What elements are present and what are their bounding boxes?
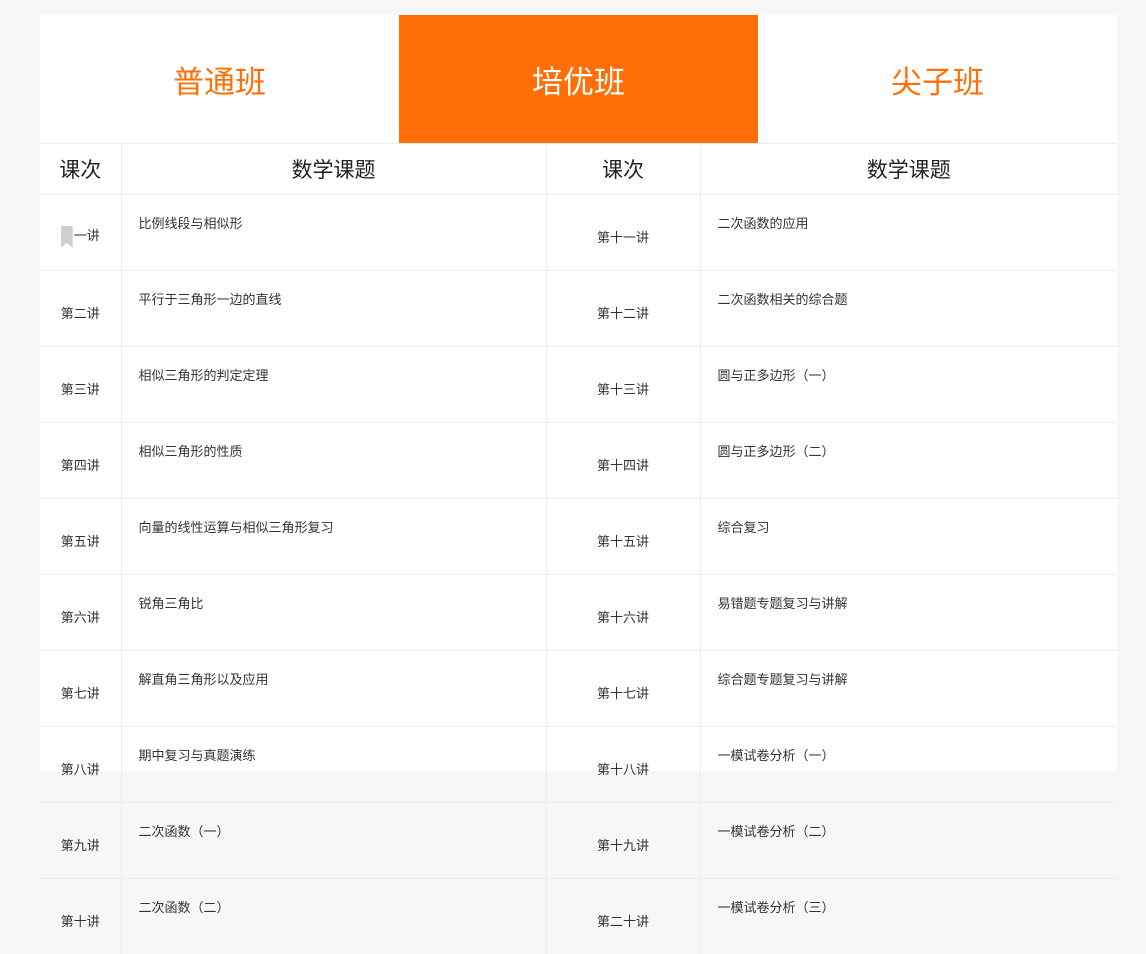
- lesson-cell: 第六讲: [40, 575, 121, 651]
- lesson-cell: 第十四讲: [546, 423, 700, 499]
- lesson-cell: 第二十讲: [546, 879, 700, 954]
- lesson-cell: 第十六讲: [546, 575, 700, 651]
- topic-cell: 易错题专题复习与讲解: [700, 575, 1117, 651]
- bookmark-icon[interactable]: [61, 226, 73, 248]
- topic-cell: 一模试卷分析（三）: [700, 879, 1117, 954]
- table-row: 第六讲 锐角三角比 第十六讲 易错题专题复习与讲解: [40, 575, 1117, 651]
- lesson-cell: 第十三讲: [546, 347, 700, 423]
- topic-cell: 平行于三角形一边的直线: [121, 271, 546, 347]
- topic-cell: 比例线段与相似形: [121, 195, 546, 271]
- table-row: 第七讲 解直角三角形以及应用 第十七讲 综合题专题复习与讲解: [40, 651, 1117, 727]
- lesson-cell: 第十八讲: [546, 727, 700, 803]
- topic-cell: 期中复习与真题演练: [121, 727, 546, 803]
- lesson-cell: 第三讲: [40, 347, 121, 423]
- course-panel: 普通班 培优班 尖子班 课次 数学课题 课次 数学课题 一讲 比例线段与相似形 …: [40, 15, 1117, 771]
- topic-cell: 一模试卷分析（一）: [700, 727, 1117, 803]
- lesson-cell: 一讲: [40, 195, 121, 271]
- lesson-cell: 第四讲: [40, 423, 121, 499]
- lesson-cell: 第七讲: [40, 651, 121, 727]
- topic-cell: 二次函数（二）: [121, 879, 546, 954]
- table-row: 第八讲 期中复习与真题演练 第十八讲 一模试卷分析（一）: [40, 727, 1117, 803]
- topic-cell: 解直角三角形以及应用: [121, 651, 546, 727]
- tab-top-class[interactable]: 尖子班: [758, 15, 1117, 143]
- lesson-cell: 第十一讲: [546, 195, 700, 271]
- lesson-cell: 第十七讲: [546, 651, 700, 727]
- lesson-cell: 第十二讲: [546, 271, 700, 347]
- table-row: 第二讲 平行于三角形一边的直线 第十二讲 二次函数相关的综合题: [40, 271, 1117, 347]
- header-topic: 数学课题: [700, 144, 1117, 195]
- tab-advanced-class[interactable]: 培优班: [399, 15, 758, 143]
- topic-cell: 综合题专题复习与讲解: [700, 651, 1117, 727]
- topic-cell: 一模试卷分析（二）: [700, 803, 1117, 879]
- topic-cell: 二次函数（一）: [121, 803, 546, 879]
- lesson-cell: 第八讲: [40, 727, 121, 803]
- tab-regular-class[interactable]: 普通班: [40, 15, 399, 143]
- table-row: 第十讲 二次函数（二） 第二十讲 一模试卷分析（三）: [40, 879, 1117, 954]
- topic-cell: 相似三角形的判定定理: [121, 347, 546, 423]
- table-row: 第五讲 向量的线性运算与相似三角形复习 第十五讲 综合复习: [40, 499, 1117, 575]
- lesson-label: 一讲: [74, 229, 100, 244]
- header-lesson: 课次: [40, 144, 121, 195]
- lesson-cell: 第二讲: [40, 271, 121, 347]
- topic-cell: 二次函数相关的综合题: [700, 271, 1117, 347]
- topic-cell: 二次函数的应用: [700, 195, 1117, 271]
- header-topic: 数学课题: [121, 144, 546, 195]
- lesson-cell: 第九讲: [40, 803, 121, 879]
- lesson-cell: 第十讲: [40, 879, 121, 954]
- topic-cell: 向量的线性运算与相似三角形复习: [121, 499, 546, 575]
- lesson-cell: 第五讲: [40, 499, 121, 575]
- table-row: 第四讲 相似三角形的性质 第十四讲 圆与正多边形（二）: [40, 423, 1117, 499]
- topic-cell: 圆与正多边形（二）: [700, 423, 1117, 499]
- header-lesson: 课次: [546, 144, 700, 195]
- table-row: 一讲 比例线段与相似形 第十一讲 二次函数的应用: [40, 195, 1117, 271]
- lesson-cell: 第十九讲: [546, 803, 700, 879]
- lesson-cell: 第十五讲: [546, 499, 700, 575]
- table-row: 第九讲 二次函数（一） 第十九讲 一模试卷分析（二）: [40, 803, 1117, 879]
- class-tabs: 普通班 培优班 尖子班: [40, 15, 1117, 143]
- topic-cell: 锐角三角比: [121, 575, 546, 651]
- syllabus-table: 课次 数学课题 课次 数学课题 一讲 比例线段与相似形 第十一讲 二次函数的应用…: [40, 143, 1117, 954]
- topic-cell: 圆与正多边形（一）: [700, 347, 1117, 423]
- table-row: 第三讲 相似三角形的判定定理 第十三讲 圆与正多边形（一）: [40, 347, 1117, 423]
- topic-cell: 相似三角形的性质: [121, 423, 546, 499]
- topic-cell: 综合复习: [700, 499, 1117, 575]
- table-header-row: 课次 数学课题 课次 数学课题: [40, 144, 1117, 195]
